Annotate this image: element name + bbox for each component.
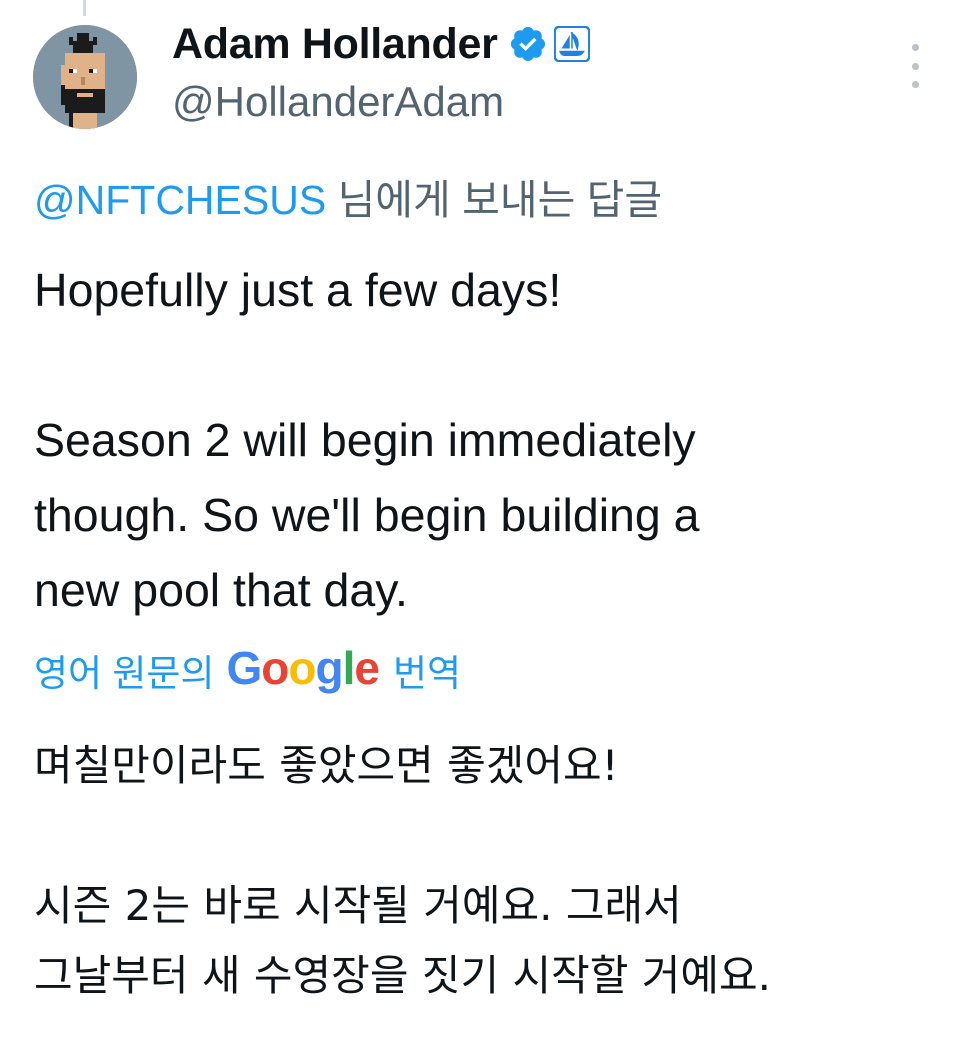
more-vertical-icon-dot [911, 62, 919, 70]
reply-to-suffix: 님에게 보내는 답글 [326, 177, 663, 223]
author-handle[interactable]: @HollanderAdam [172, 78, 504, 126]
tweet-text-line: Hopefully just a few days! [34, 264, 562, 316]
reply-mention-link[interactable]: @NFTCHESUS [34, 177, 326, 223]
author-display-name[interactable]: Adam Hollander [172, 20, 498, 69]
translated-text-line: 시즌 2는 바로 시작될 거예요. 그래서 [34, 881, 682, 930]
tweet-text: Hopefully just a few days! Season 2 will… [34, 253, 934, 628]
pixel-punk-avatar-icon [33, 25, 137, 129]
google-logo: Google [226, 642, 379, 694]
translated-tweet-text: 며칠만이라도 좋았으면 좋겠어요! 시즌 2는 바로 시작될 거예요. 그래서 … [34, 731, 954, 1011]
tweet-text-spacer [34, 328, 934, 403]
translation-suffix[interactable]: 번역 [393, 643, 461, 697]
avatar[interactable] [33, 25, 137, 129]
replying-to-line: @NFTCHESUS 님에게 보내는 답글 [34, 166, 662, 226]
tweet-text-line: new pool that day. [34, 564, 408, 616]
translation-attribution[interactable]: 영어 원문의 Google 번역 [34, 642, 461, 698]
more-vertical-icon-dot [911, 44, 919, 51]
tweet-text-line: Season 2 will begin immediately [34, 414, 696, 466]
tweet-text-line: though. So we'll begin building a [34, 489, 700, 541]
translated-text-line: 그날부터 새 수영장을 짓기 시작할 거예요. [34, 951, 771, 1000]
translation-prefix[interactable]: 영어 원문의 [34, 643, 214, 697]
opensea-badge-icon[interactable] [553, 25, 590, 63]
verified-badge-icon[interactable] [508, 24, 548, 64]
more-vertical-icon-dot [911, 81, 919, 88]
author-name-row[interactable]: Adam Hollander [172, 16, 590, 72]
more-options-button[interactable] [897, 44, 933, 88]
thread-connector-line [83, 0, 86, 16]
translated-text-line: 며칠만이라도 좋았으면 좋겠어요! [34, 741, 619, 790]
translated-text-spacer [34, 801, 954, 871]
